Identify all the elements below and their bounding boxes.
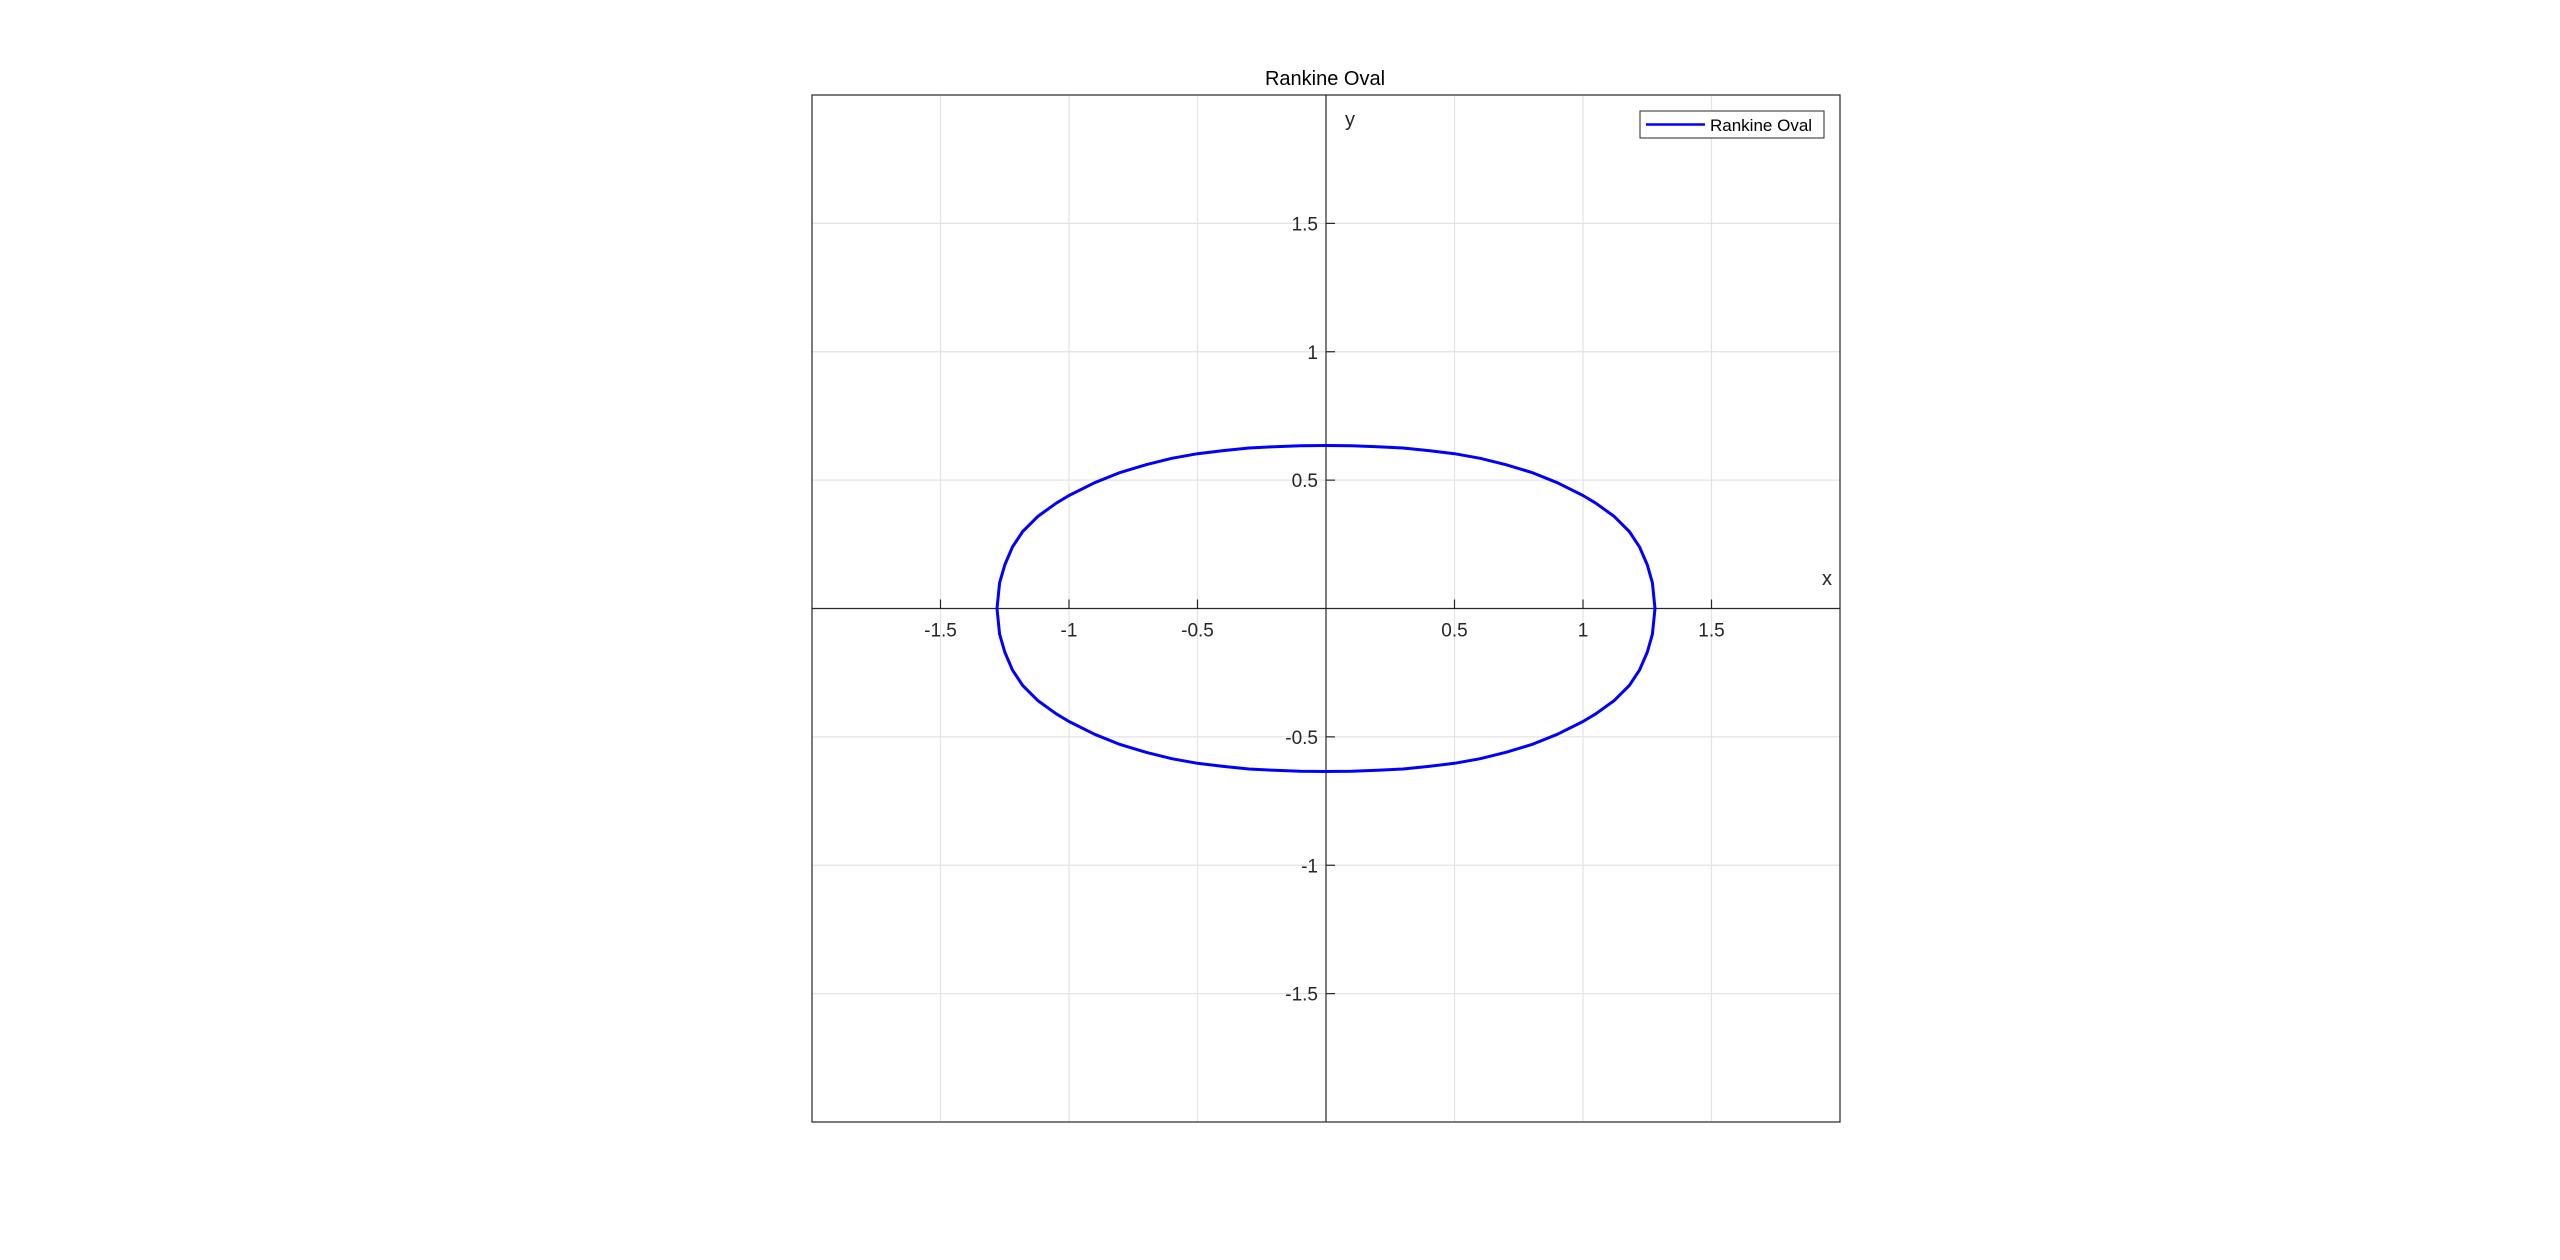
y-tick-label: -1.5	[1285, 985, 1318, 1006]
x-tick-label: 1	[1578, 621, 1589, 642]
y-tick-label: -1	[1301, 856, 1318, 877]
y-axis-label: y	[1345, 109, 1355, 131]
legend-label: Rankine Oval	[1710, 116, 1812, 135]
y-tick-label: 1	[1307, 343, 1318, 364]
x-tick-label: -1.5	[924, 621, 957, 642]
x-tick-label: -0.5	[1181, 621, 1214, 642]
x-tick-label: 1.5	[1698, 621, 1724, 642]
x-tick-label: -1	[1061, 621, 1078, 642]
x-tick-label: 0.5	[1441, 621, 1467, 642]
x-axis-label: x	[1822, 568, 1832, 590]
chart-title: Rankine Oval	[1265, 68, 1385, 90]
y-tick-label: -0.5	[1285, 728, 1318, 749]
y-tick-label: 0.5	[1292, 471, 1318, 492]
y-tick-label: 1.5	[1292, 214, 1318, 235]
legend[interactable]: Rankine Oval	[1639, 110, 1825, 139]
chart-figure: Rankine Oval -1.5 -1 -0.5 0.5 1 1.5 1.5 1 0.5 -0.…	[0, 0, 2560, 1260]
